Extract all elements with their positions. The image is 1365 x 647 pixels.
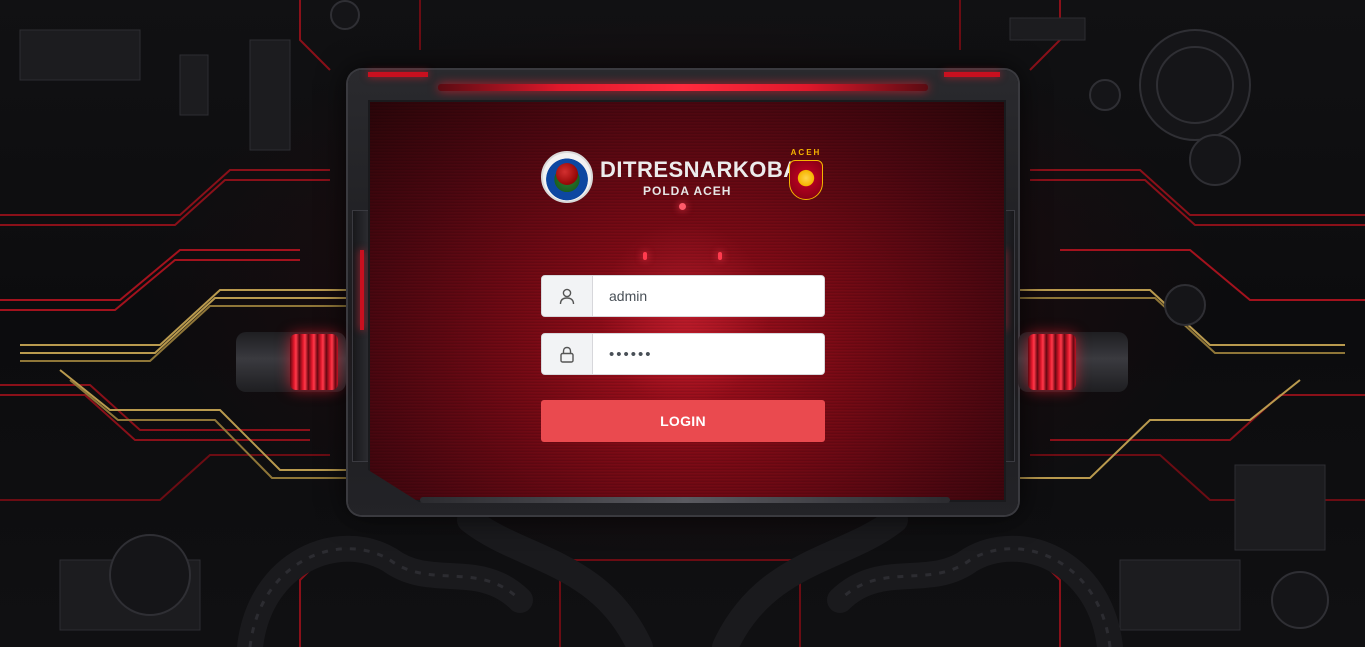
screen-indicator-light <box>643 252 647 260</box>
screen-indicator-light <box>718 252 722 260</box>
badge-shield <box>789 160 823 200</box>
logo-indicator-light <box>679 203 686 210</box>
frame-accent-light <box>944 72 1000 77</box>
password-addon <box>542 334 593 374</box>
login-page: DITRESNARKOBA POLDA ACEH ACEH LOGIN <box>0 0 1365 647</box>
right-connector-glow <box>1028 334 1076 390</box>
badge-label: ACEH <box>790 148 822 157</box>
username-field <box>541 275 825 317</box>
brand-subtitle: POLDA ACEH <box>643 184 732 198</box>
police-badge-icon: ACEH <box>786 148 826 204</box>
frame-top-light-strip <box>438 84 928 91</box>
bnn-emblem-icon <box>541 151 593 203</box>
password-field <box>541 333 825 375</box>
brand-title: DITRESNARKOBA <box>600 157 800 182</box>
brand-logo: DITRESNARKOBA POLDA ACEH ACEH <box>541 148 831 212</box>
username-input[interactable] <box>593 276 824 316</box>
left-rail-light <box>360 250 364 330</box>
login-button[interactable]: LOGIN <box>541 400 825 442</box>
password-input[interactable] <box>593 334 824 374</box>
user-icon <box>559 288 575 304</box>
username-addon <box>542 276 593 316</box>
emblem-core <box>556 163 578 185</box>
frame-accent-light <box>368 72 428 77</box>
lock-icon <box>560 346 574 363</box>
frame-bottom-strip <box>420 497 950 503</box>
left-connector-glow <box>290 334 338 390</box>
